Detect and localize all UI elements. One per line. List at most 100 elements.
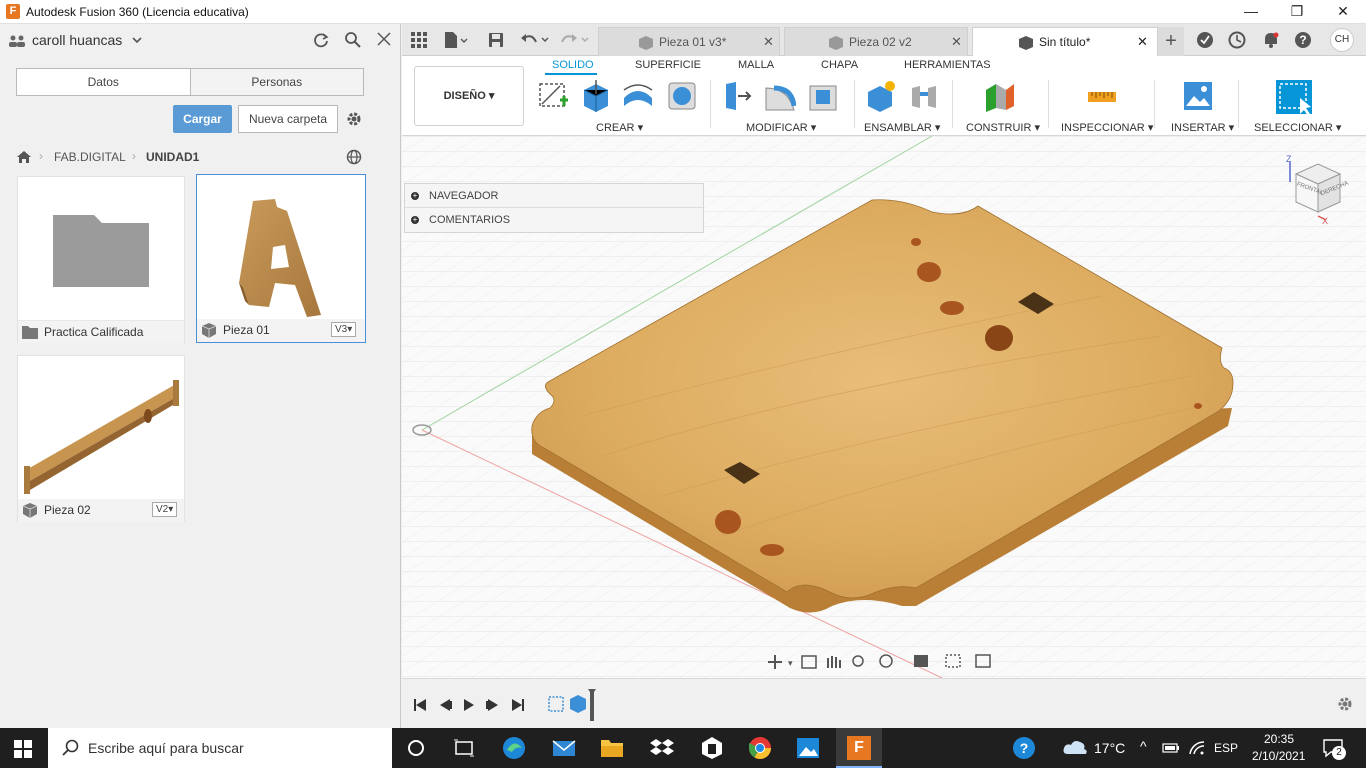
design-card-pieza-01[interactable]: Pieza 01 V3▾ <box>196 174 366 343</box>
refresh-icon[interactable] <box>312 31 330 49</box>
clock-time[interactable]: 20:35 <box>1264 732 1294 746</box>
chrome-icon[interactable] <box>748 736 772 760</box>
language-indicator[interactable]: ESP <box>1214 741 1238 755</box>
version-badge[interactable]: V3▾ <box>331 322 357 337</box>
undo-icon[interactable] <box>520 32 550 48</box>
notification-bell-icon[interactable] <box>1262 31 1280 49</box>
expand-plus-icon[interactable]: + <box>411 216 419 224</box>
wifi-icon[interactable] <box>1188 740 1206 756</box>
group-seleccionar[interactable]: SELECCIONAR ▾ <box>1254 121 1341 134</box>
folder-card[interactable]: Practica Calificada <box>17 176 185 343</box>
close-tab-icon[interactable]: ✕ <box>1137 28 1148 56</box>
group-inspeccionar[interactable]: INSPECCIONAR ▾ <box>1061 121 1153 134</box>
play-icon[interactable] <box>464 699 474 711</box>
new-tab-button[interactable]: + <box>1158 27 1184 56</box>
breadcrumb-folder[interactable]: UNIDAD1 <box>146 150 199 164</box>
sphere-box-icon[interactable] <box>666 80 698 112</box>
step-back-icon[interactable] <box>440 699 452 711</box>
file-menu-icon[interactable] <box>444 31 468 49</box>
close-panel-icon[interactable] <box>377 32 391 46</box>
display-settings-icon[interactable] <box>914 655 928 667</box>
go-to-end-icon[interactable] <box>512 699 524 711</box>
revolve-icon[interactable] <box>622 80 654 112</box>
press-pull-icon[interactable] <box>722 80 754 112</box>
tab-datos[interactable]: Datos <box>17 69 191 95</box>
ribbon-tab-superficie[interactable]: SUPERFICIE <box>635 59 701 71</box>
workspace-dropdown[interactable]: DISEÑO ▾ <box>414 66 524 126</box>
ribbon-tab-herramientas[interactable]: HERRAMIENTAS <box>904 59 991 71</box>
chevron-down-icon[interactable] <box>132 37 142 45</box>
group-modificar[interactable]: MODIFICAR ▾ <box>746 121 816 134</box>
expand-plus-icon[interactable]: + <box>411 192 419 200</box>
cortana-icon[interactable] <box>404 736 428 760</box>
tray-expand-icon[interactable]: ^ <box>1140 738 1147 754</box>
minimize-button[interactable]: — <box>1228 0 1274 24</box>
settings-gear-icon[interactable] <box>345 110 363 128</box>
ribbon-tab-solido[interactable]: SOLIDO <box>552 59 594 71</box>
fillet-icon[interactable] <box>764 80 796 112</box>
maximize-button[interactable]: ❐ <box>1274 0 1320 24</box>
extrude-feature-icon[interactable] <box>570 695 586 713</box>
new-folder-button[interactable]: Nueva carpeta <box>238 105 338 133</box>
construct-plane-icon[interactable] <box>984 80 1016 112</box>
doc-tab-pieza-01[interactable]: Pieza 01 v3* ✕ <box>598 27 780 56</box>
go-to-start-icon[interactable] <box>414 699 426 711</box>
version-badge[interactable]: V2▾ <box>152 502 178 517</box>
windows-start-icon[interactable] <box>14 740 32 758</box>
doc-tab-pieza-02[interactable]: Pieza 02 v2 ✕ <box>784 27 968 56</box>
shell-icon[interactable] <box>808 80 840 112</box>
app-grid-icon[interactable] <box>411 32 427 48</box>
new-component-icon[interactable] <box>864 80 896 112</box>
weather-temperature[interactable]: 17°C <box>1094 740 1125 756</box>
close-tab-icon[interactable]: ✕ <box>763 28 774 56</box>
design-card-pieza-02[interactable]: Pieza 02 V2▾ <box>17 355 185 522</box>
clock-date[interactable]: 2/10/2021 <box>1252 749 1305 763</box>
browser-row-comentarios[interactable]: + COMENTARIOS <box>405 208 703 232</box>
job-status-icon[interactable] <box>1196 31 1214 49</box>
redo-icon[interactable] <box>560 32 590 48</box>
edge-browser-icon[interactable] <box>502 736 526 760</box>
ribbon-tab-malla[interactable]: MALLA <box>738 59 774 71</box>
measure-icon[interactable] <box>1086 80 1118 112</box>
tab-personas[interactable]: Personas <box>190 69 363 95</box>
fusion-taskbar-button[interactable]: F <box>836 728 882 768</box>
create-sketch-icon[interactable] <box>538 80 570 112</box>
select-icon[interactable] <box>1274 78 1314 116</box>
weather-cloud-icon[interactable] <box>1062 738 1088 756</box>
mail-icon[interactable] <box>552 736 576 760</box>
task-view-icon[interactable] <box>452 736 476 760</box>
view-cube[interactable]: Z X FRONTAL DERECHA <box>1282 154 1352 234</box>
file-explorer-icon[interactable] <box>600 736 624 760</box>
group-crear[interactable]: CREAR ▾ <box>596 121 643 134</box>
battery-icon[interactable] <box>1162 742 1180 754</box>
insert-image-icon[interactable] <box>1182 80 1214 112</box>
close-tab-icon[interactable]: ✕ <box>951 28 962 56</box>
timeline-settings-gear-icon[interactable] <box>1336 695 1354 713</box>
ribbon-tab-chapa[interactable]: CHAPA <box>821 59 858 71</box>
save-icon[interactable] <box>488 32 504 48</box>
browser-row-navegador[interactable]: + NAVEGADOR <box>405 184 703 208</box>
help-tray-icon[interactable]: ? <box>1012 736 1036 760</box>
taskbar-search-box[interactable]: Escribe aquí para buscar <box>48 728 392 768</box>
extrude-icon[interactable] <box>580 80 612 112</box>
step-forward-icon[interactable] <box>486 699 498 711</box>
upload-button[interactable]: Cargar <box>173 105 232 133</box>
search-icon[interactable] <box>344 31 362 49</box>
app-icon[interactable] <box>700 736 724 760</box>
breadcrumb-project[interactable]: FAB.DIGITAL <box>54 150 126 164</box>
doc-tab-sin-titulo[interactable]: Sin título* ✕ <box>972 27 1158 56</box>
group-construir[interactable]: CONSTRUIR ▾ <box>966 121 1040 134</box>
group-ensamblar[interactable]: ENSAMBLAR ▾ <box>864 121 940 134</box>
sketch-feature-icon[interactable] <box>548 696 564 712</box>
globe-icon[interactable] <box>346 149 362 165</box>
joint-icon[interactable] <box>908 80 940 112</box>
close-button[interactable]: ✕ <box>1320 0 1366 24</box>
group-insertar[interactable]: INSERTAR ▾ <box>1171 121 1234 134</box>
home-icon[interactable] <box>16 150 32 164</box>
user-avatar[interactable]: CH <box>1330 28 1354 52</box>
clock-icon[interactable] <box>1228 31 1246 49</box>
dropbox-icon[interactable] <box>650 736 674 760</box>
photos-icon[interactable] <box>796 736 820 760</box>
user-name-dropdown[interactable]: caroll huancas <box>32 32 122 48</box>
help-icon[interactable]: ? <box>1294 31 1312 49</box>
